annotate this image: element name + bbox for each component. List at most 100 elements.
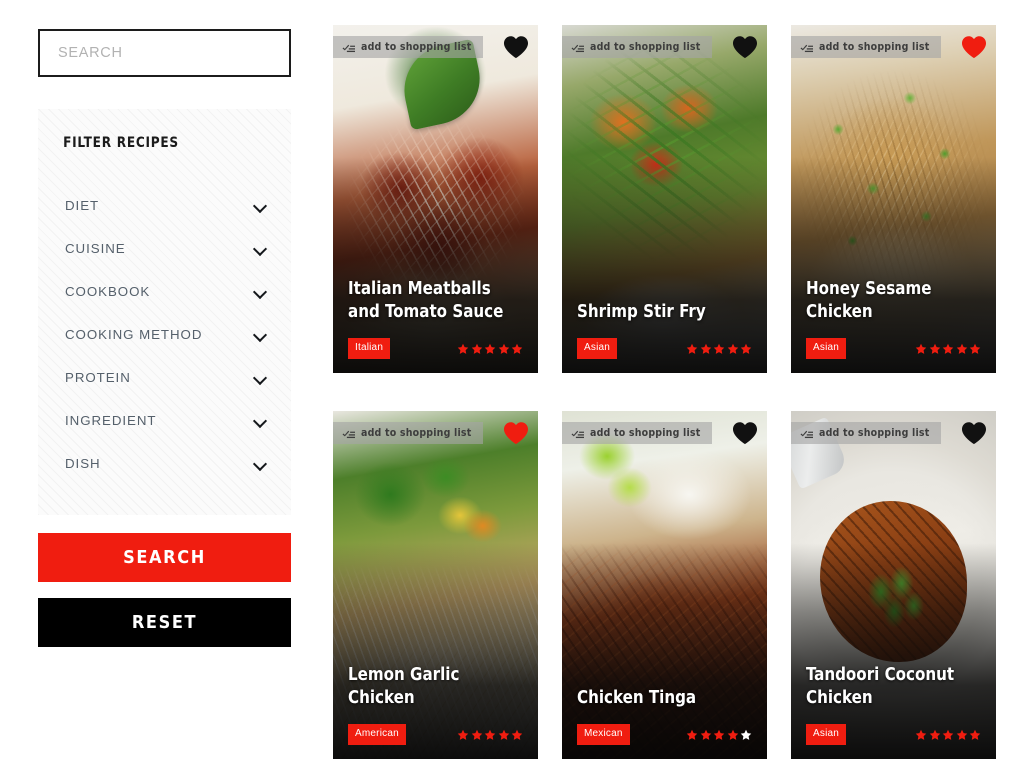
recipe-card[interactable]: add to shopping list Chicken Tinga Mexican xyxy=(562,411,767,759)
filter-panel: FILTER RECIPES DIET CUISINE COOKBOOK COOKIN… xyxy=(38,109,291,515)
star-filled-icon xyxy=(942,343,954,355)
reset-button[interactable]: RESET xyxy=(38,598,291,647)
cuisine-tag[interactable]: Italian xyxy=(348,338,391,359)
recipe-card[interactable]: add to shopping list Tandoori Coconut Chi… xyxy=(791,411,996,759)
star-filled-icon xyxy=(471,729,483,741)
chevron-down-icon[interactable] xyxy=(254,459,267,468)
cuisine-tag[interactable]: Asian xyxy=(577,338,618,359)
add-to-shopping-list-button[interactable]: add to shopping list xyxy=(333,36,484,58)
star-filled-icon xyxy=(915,729,927,741)
recipe-title: Honey Sesame Chicken xyxy=(806,278,932,322)
cuisine-tag[interactable]: Mexican xyxy=(577,724,630,745)
star-filled-icon xyxy=(700,343,712,355)
filter-list: DIET CUISINE COOKBOOK COOKING METHOD PROTEIN… xyxy=(38,184,291,485)
star-filled-icon xyxy=(740,343,752,355)
checklist-icon xyxy=(571,41,584,54)
card-meta: Asian xyxy=(806,724,981,745)
favorite-heart-icon[interactable] xyxy=(503,35,529,59)
star-filled-icon xyxy=(929,729,941,741)
checklist-icon xyxy=(342,41,355,54)
favorite-heart-icon[interactable] xyxy=(732,421,758,445)
rating-stars xyxy=(457,343,523,355)
filter-label: DIET xyxy=(65,198,100,213)
cuisine-tag[interactable]: Asian xyxy=(806,338,847,359)
recipe-title: Tandoori Coconut Chicken xyxy=(806,664,955,708)
star-filled-icon xyxy=(942,729,954,741)
add-to-shopping-list-button[interactable]: add to shopping list xyxy=(791,422,942,444)
card-body: Lemon Garlic Chicken American xyxy=(333,664,538,759)
checklist-icon xyxy=(342,427,355,440)
star-filled-icon xyxy=(956,729,968,741)
rating-stars xyxy=(686,343,752,355)
favorite-heart-icon[interactable] xyxy=(732,35,758,59)
filter-row-dish[interactable]: DISH xyxy=(38,442,291,485)
filter-row-diet[interactable]: DIET xyxy=(38,184,291,227)
star-filled-icon xyxy=(727,343,739,355)
filter-label: COOKBOOK xyxy=(65,284,151,299)
filter-label: DISH xyxy=(65,456,101,471)
recipe-title: Italian Meatballs and Tomato Sauce xyxy=(348,278,504,322)
chevron-down-icon[interactable] xyxy=(254,201,267,210)
recipe-search-page: FILTER RECIPES DIET CUISINE COOKBOOK COOKIN… xyxy=(0,0,1024,769)
recipe-results-grid: add to shopping list Italian Meatballs an… xyxy=(333,0,1024,769)
star-filled-icon xyxy=(929,343,941,355)
add-to-shopping-list-label: add to shopping list xyxy=(361,41,472,53)
filter-row-cookbook[interactable]: COOKBOOK xyxy=(38,270,291,313)
add-to-shopping-list-button[interactable]: add to shopping list xyxy=(562,36,713,58)
add-to-shopping-list-button[interactable]: add to shopping list xyxy=(333,422,484,444)
star-filled-icon xyxy=(956,343,968,355)
cuisine-tag[interactable]: Asian xyxy=(806,724,847,745)
recipe-card[interactable]: add to shopping list Honey Sesame Chicken… xyxy=(791,25,996,373)
favorite-heart-icon[interactable] xyxy=(503,421,529,445)
star-filled-icon xyxy=(484,343,496,355)
chevron-down-icon[interactable] xyxy=(254,416,267,425)
favorite-heart-icon[interactable] xyxy=(961,421,987,445)
favorite-heart-icon[interactable] xyxy=(961,35,987,59)
filter-row-cuisine[interactable]: CUISINE xyxy=(38,227,291,270)
star-filled-icon xyxy=(727,729,739,741)
card-body: Italian Meatballs and Tomato Sauce Italia… xyxy=(333,278,538,373)
card-body: Tandoori Coconut Chicken Asian xyxy=(791,664,996,759)
filter-row-ingredient[interactable]: INGREDIENT xyxy=(38,399,291,442)
card-topbar: add to shopping list xyxy=(562,421,767,445)
star-filled-icon xyxy=(484,729,496,741)
star-filled-icon xyxy=(915,343,927,355)
recipe-card[interactable]: add to shopping list Italian Meatballs an… xyxy=(333,25,538,373)
cuisine-tag[interactable]: American xyxy=(348,724,406,745)
add-to-shopping-list-label: add to shopping list xyxy=(819,427,930,439)
filter-row-protein[interactable]: PROTEIN xyxy=(38,356,291,399)
filter-label: INGREDIENT xyxy=(65,413,157,428)
star-filled-icon xyxy=(457,729,469,741)
star-filled-icon xyxy=(969,343,981,355)
rating-stars xyxy=(686,729,752,741)
card-topbar: add to shopping list xyxy=(791,421,996,445)
chevron-down-icon[interactable] xyxy=(254,287,267,296)
chevron-down-icon[interactable] xyxy=(254,330,267,339)
card-topbar: add to shopping list xyxy=(333,35,538,59)
recipe-card[interactable]: add to shopping list Shrimp Stir Fry Asian xyxy=(562,25,767,373)
add-to-shopping-list-label: add to shopping list xyxy=(590,41,701,53)
card-meta: Italian xyxy=(348,338,523,359)
add-to-shopping-list-button[interactable]: add to shopping list xyxy=(791,36,942,58)
chevron-down-icon[interactable] xyxy=(254,244,267,253)
add-to-shopping-list-label: add to shopping list xyxy=(590,427,701,439)
star-filled-icon xyxy=(498,343,510,355)
card-body: Chicken Tinga Mexican xyxy=(562,687,767,759)
rating-stars xyxy=(457,729,523,741)
add-to-shopping-list-label: add to shopping list xyxy=(361,427,472,439)
recipe-card[interactable]: add to shopping list Lemon Garlic Chicken… xyxy=(333,411,538,759)
card-body: Shrimp Stir Fry Asian xyxy=(562,301,767,373)
star-empty-icon xyxy=(740,729,752,741)
recipe-title: Chicken Tinga xyxy=(577,687,697,708)
star-filled-icon xyxy=(498,729,510,741)
search-input[interactable] xyxy=(58,45,271,61)
chevron-down-icon[interactable] xyxy=(254,373,267,382)
add-to-shopping-list-button[interactable]: add to shopping list xyxy=(562,422,713,444)
star-filled-icon xyxy=(700,729,712,741)
card-meta: American xyxy=(348,724,523,745)
checklist-icon xyxy=(571,427,584,440)
filter-row-cooking-method[interactable]: COOKING METHOD xyxy=(38,313,291,356)
search-field-wrapper[interactable] xyxy=(38,29,291,77)
search-button[interactable]: SEARCH xyxy=(38,533,291,582)
filter-label: CUISINE xyxy=(65,241,126,256)
